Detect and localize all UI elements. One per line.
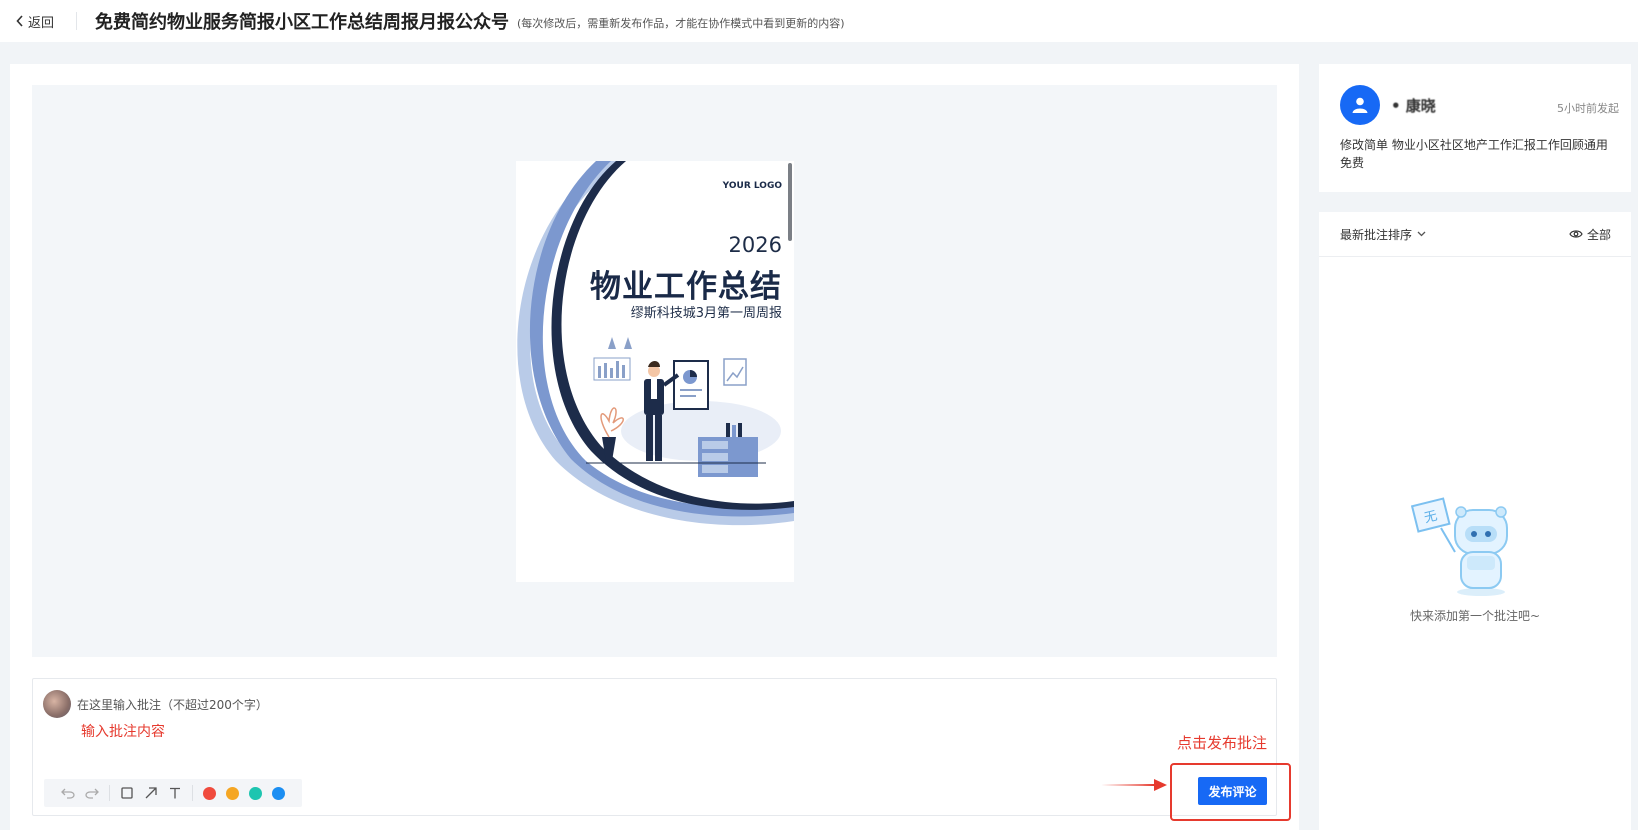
- user-icon: [1352, 97, 1368, 113]
- initiator-card: • 康晓 5小时前发起 修改简单 物业小区社区地产工作汇报工作回顾通用免费: [1319, 64, 1631, 192]
- main-panel: YOUR LOGO 2026 物业工作总结 缪斯科技城3月第一周周报 在这里输入…: [10, 64, 1299, 830]
- red-arrow-annotation: [1101, 779, 1167, 791]
- avatar: [1340, 85, 1380, 125]
- color-blue[interactable]: [272, 786, 285, 800]
- notes-panel: 最新批注排序 全部 无 快来添加第一个批注吧~: [1319, 212, 1631, 830]
- toolbar-divider: [109, 785, 110, 801]
- text-tool-icon[interactable]: [163, 781, 187, 805]
- poster-scrollbar[interactable]: [788, 163, 792, 241]
- comment-input[interactable]: 在这里输入批注（不超过200个字）: [77, 696, 268, 713]
- publish-comment-button[interactable]: 发布评论: [1198, 777, 1267, 805]
- eye-icon: [1569, 230, 1583, 238]
- undo-icon[interactable]: [56, 781, 80, 805]
- page-title: 免费简约物业服务简报小区工作总结周报月报公众号: [95, 12, 510, 33]
- publish-hint-annotation: 点击发布批注: [1177, 734, 1268, 752]
- poster-subheading: 缪斯科技城3月第一周周报: [630, 306, 782, 321]
- view-label: 全部: [1586, 227, 1611, 242]
- timestamp: 5小时前发起: [1557, 102, 1619, 115]
- color-teal[interactable]: [249, 786, 262, 800]
- arrow-tool-icon[interactable]: [139, 781, 163, 805]
- empty-state-robot-icon: 无: [1411, 497, 1508, 596]
- back-label: 返回: [28, 15, 55, 31]
- chevron-down-icon: [1417, 231, 1426, 237]
- color-orange[interactable]: [226, 786, 239, 800]
- poster-illustration: [517, 161, 794, 526]
- color-red[interactable]: [203, 786, 216, 800]
- notes-header: 最新批注排序 全部: [1319, 212, 1631, 257]
- preview-canvas[interactable]: YOUR LOGO 2026 物业工作总结 缪斯科技城3月第一周周报: [32, 85, 1277, 657]
- poster-preview[interactable]: YOUR LOGO 2026 物业工作总结 缪斯科技城3月第一周周报: [516, 161, 794, 582]
- empty-state-text: 快来添加第一个批注吧~: [1409, 609, 1541, 623]
- toolbar-divider: [192, 785, 193, 801]
- annotation-toolbar: [44, 779, 302, 807]
- avatar: [43, 690, 71, 718]
- poster-logo: YOUR LOGO: [722, 181, 782, 191]
- rectangle-tool-icon[interactable]: [115, 781, 139, 805]
- update-note: (每次修改后，需重新发布作品，才能在协作模式中看到更新的内容): [517, 16, 845, 30]
- comment-box[interactable]: 在这里输入批注（不超过200个字） 输入批注内容: [32, 678, 1277, 816]
- user-name: • 康晓: [1391, 97, 1436, 115]
- sort-label: 最新批注排序: [1340, 227, 1413, 242]
- poster-heading: 物业工作总结: [590, 269, 782, 305]
- top-bar: 返回 免费简约物业服务简报小区工作总结周报月报公众号 (每次修改后，需重新发布作…: [0, 0, 1638, 42]
- input-hint-annotation: 输入批注内容: [81, 724, 165, 740]
- back-button[interactable]: 返回: [16, 12, 54, 31]
- view-filter[interactable]: 全部: [1569, 226, 1611, 243]
- poster-year: 2026: [728, 233, 782, 257]
- divider: [76, 12, 78, 30]
- task-description: 修改简单 物业小区社区地产工作汇报工作回顾通用免费: [1340, 138, 1608, 170]
- sort-dropdown[interactable]: 最新批注排序: [1340, 226, 1426, 243]
- chevron-left-icon: [16, 15, 23, 27]
- redo-icon[interactable]: [80, 781, 104, 805]
